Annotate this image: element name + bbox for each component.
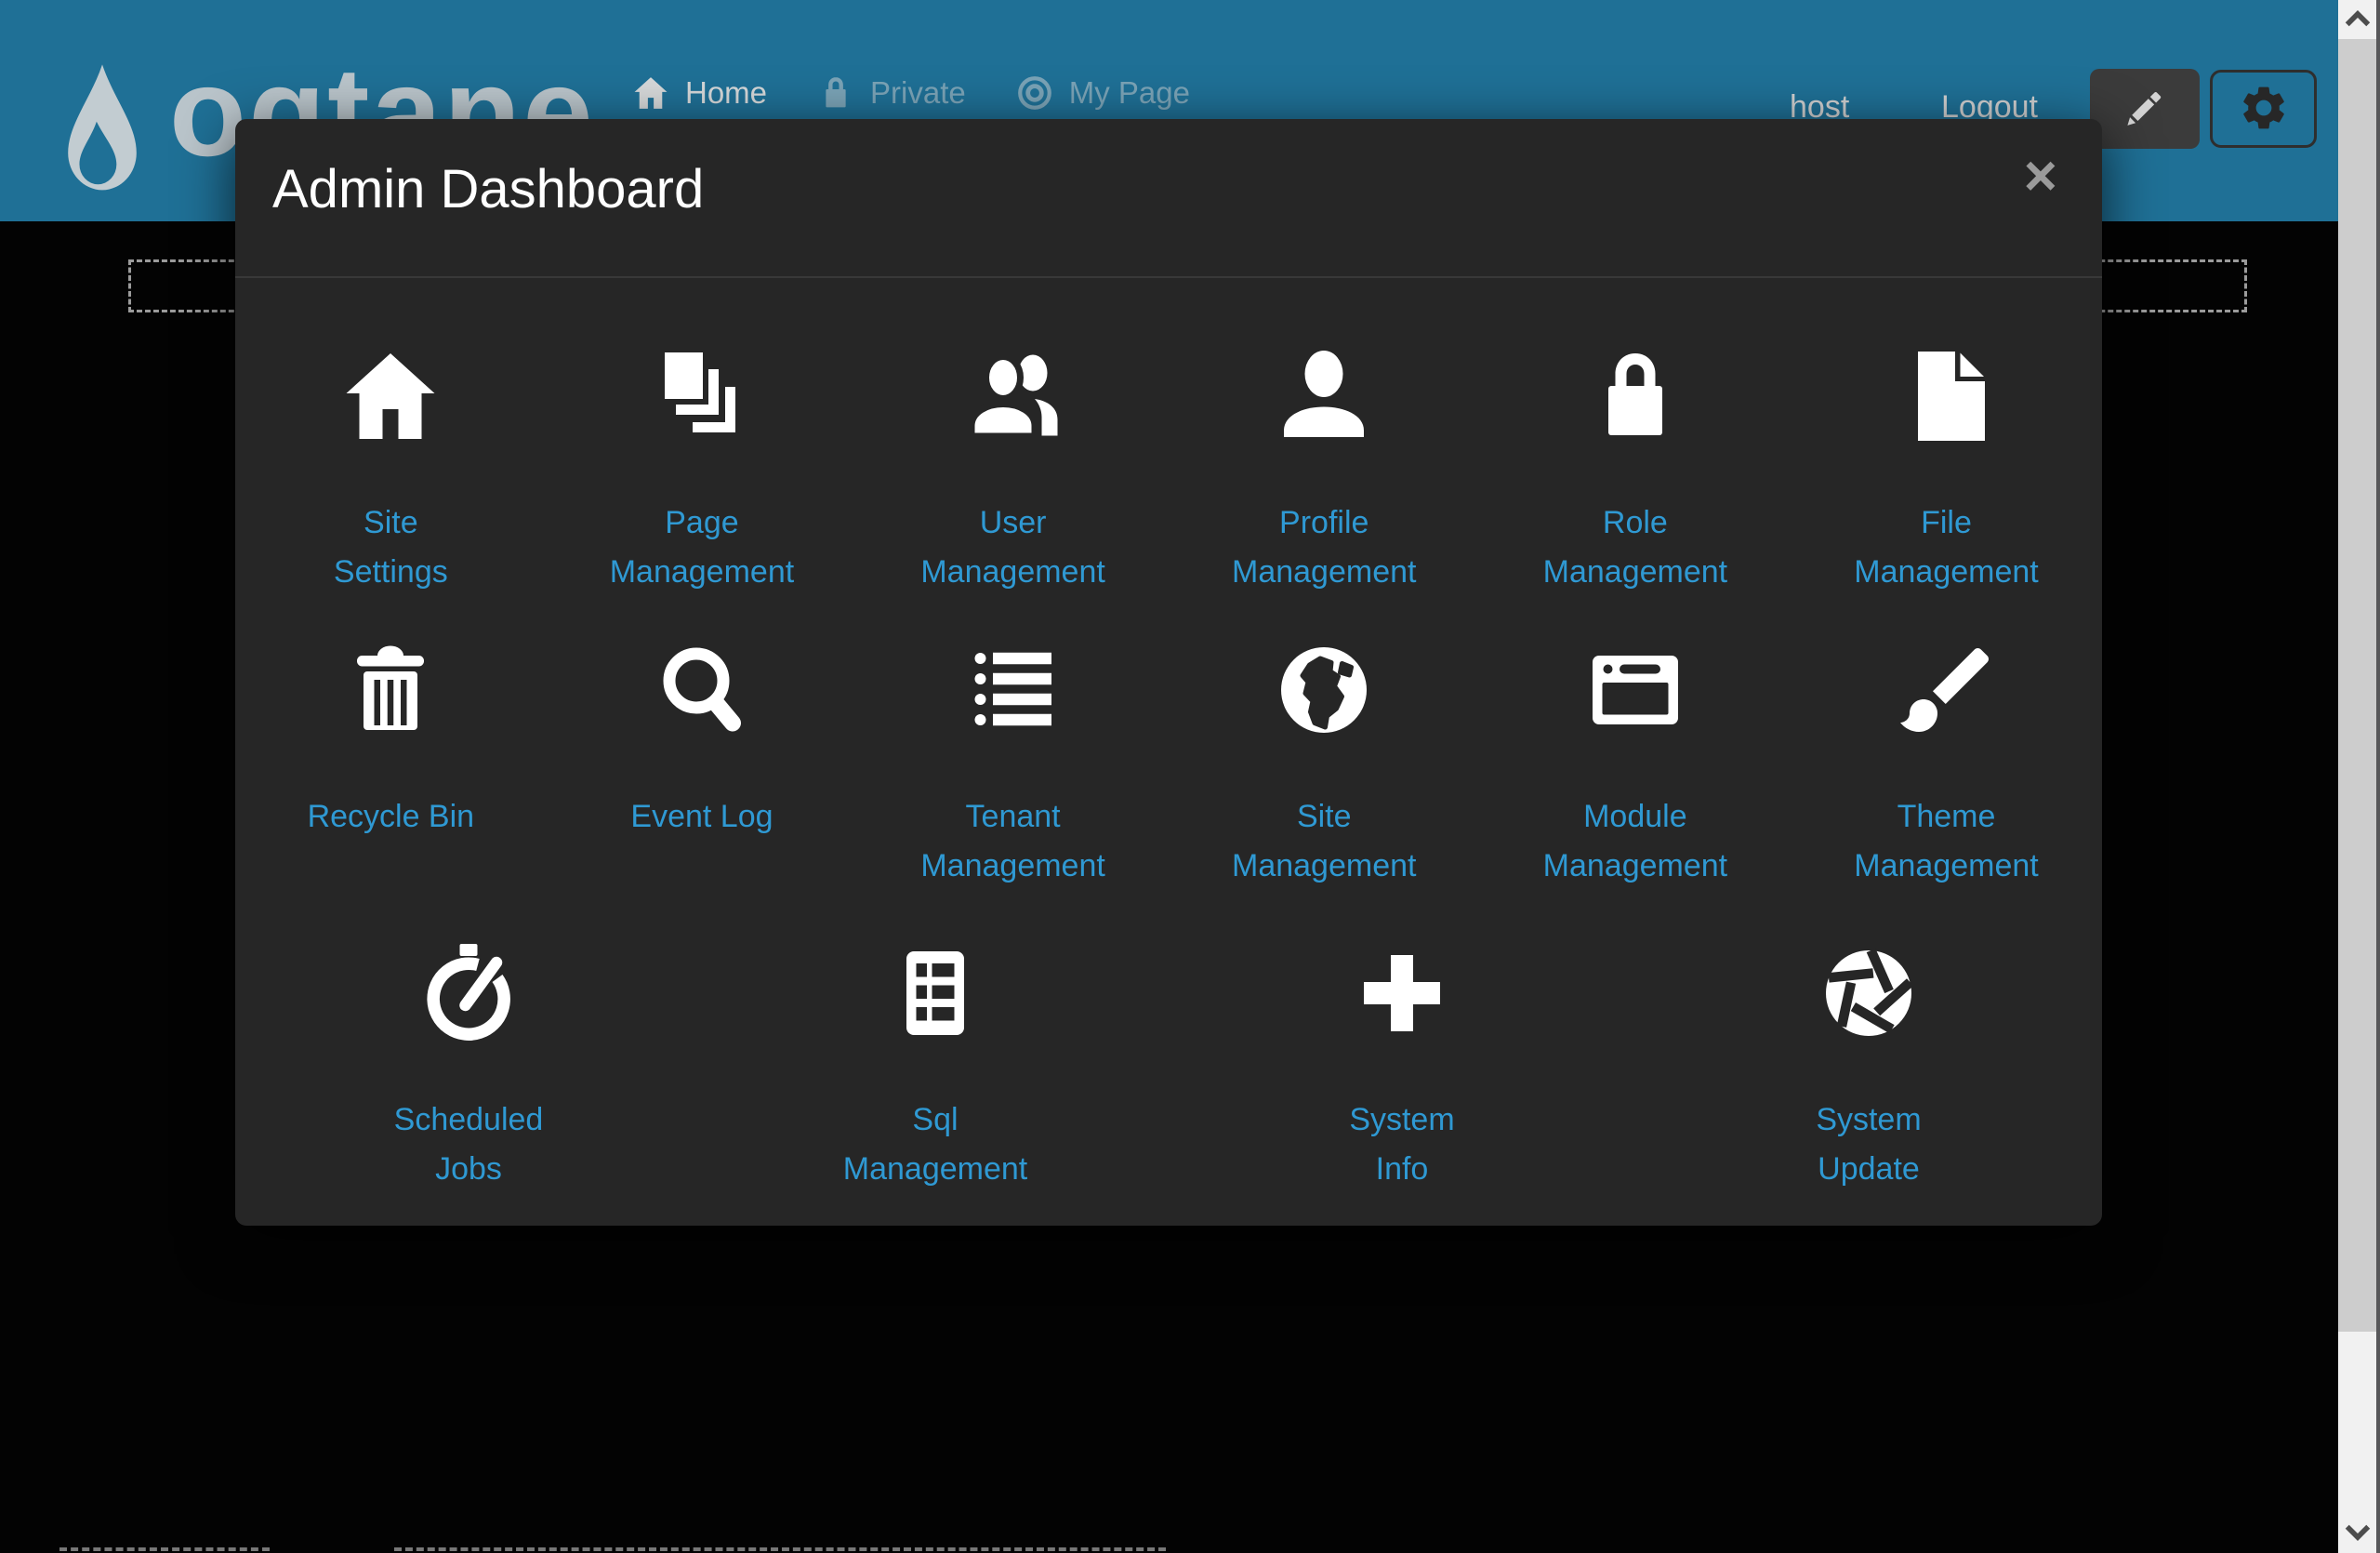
- modal-body: Site Settings Page Management User Managem…: [235, 336, 2102, 1194]
- plus-icon: [1346, 933, 1458, 1054]
- chevron-down-icon: [2344, 1522, 2372, 1546]
- home-icon: [335, 336, 446, 457]
- window-icon: [1580, 630, 1691, 750]
- globe-icon: [1268, 630, 1380, 750]
- home-icon: [630, 73, 671, 113]
- person-icon: [1268, 336, 1380, 457]
- tile-label: Role Management: [1543, 498, 1727, 597]
- pages-icon: [646, 336, 758, 457]
- pane-placeholder-fragment: [394, 1547, 1166, 1553]
- edit-mode-button[interactable]: [2090, 69, 2200, 149]
- target-icon: [1014, 73, 1055, 113]
- lock-icon: [1580, 336, 1691, 457]
- nav-item-home[interactable]: Home: [630, 73, 767, 113]
- tile-label: Theme Management: [1854, 792, 2038, 891]
- tile-label: Site Management: [1232, 792, 1416, 891]
- tile-label: Event Log: [630, 792, 773, 842]
- pencil-icon: [2118, 81, 2172, 138]
- scrollbar-thumb[interactable]: [2338, 39, 2376, 1332]
- main-nav: Home Private My Page: [630, 73, 1190, 113]
- nav-item-private[interactable]: Private: [815, 73, 966, 113]
- search-icon: [646, 630, 758, 750]
- tile-label: Tenant Management: [920, 792, 1104, 891]
- aperture-icon: [1813, 933, 1924, 1054]
- tile-page-management[interactable]: Page Management: [547, 336, 858, 597]
- brush-icon: [1891, 630, 2003, 750]
- tile-role-management[interactable]: Role Management: [1480, 336, 1792, 597]
- settings-button[interactable]: [2210, 70, 2317, 148]
- nav-item-label: My Page: [1069, 75, 1190, 111]
- tile-label: Sql Management: [843, 1095, 1027, 1194]
- nav-item-my-page[interactable]: My Page: [1014, 73, 1190, 113]
- oqtane-logo-icon[interactable]: [60, 58, 145, 213]
- close-icon[interactable]: ×: [2018, 147, 2063, 206]
- tile-sql-management[interactable]: Sql Management: [702, 933, 1169, 1194]
- modal-header: Admin Dashboard ×: [235, 119, 2102, 278]
- tile-label: User Management: [920, 498, 1104, 597]
- tile-label: File Management: [1854, 498, 2038, 597]
- tile-label: Recycle Bin: [308, 792, 475, 842]
- admin-dashboard-modal: Admin Dashboard × Site Settings Page Mana…: [235, 119, 2102, 1226]
- scroll-up-button[interactable]: [2338, 0, 2376, 39]
- tile-site-settings[interactable]: Site Settings: [235, 336, 547, 597]
- stopwatch-icon: [413, 933, 524, 1054]
- table-icon: [879, 933, 991, 1054]
- file-icon: [1891, 336, 2003, 457]
- modal-title: Admin Dashboard: [272, 154, 704, 224]
- pane-placeholder-fragment: [60, 1547, 270, 1553]
- dashboard-row: Scheduled Jobs Sql Management System Info S…: [235, 933, 2102, 1194]
- tile-system-info[interactable]: System Info: [1169, 933, 1635, 1194]
- window-edge: [2376, 0, 2380, 1553]
- people-icon: [958, 336, 1069, 457]
- tile-label: Profile Management: [1232, 498, 1416, 597]
- tile-label: Scheduled Jobs: [394, 1095, 544, 1194]
- tile-user-management[interactable]: User Management: [857, 336, 1169, 597]
- tile-system-update[interactable]: System Update: [1635, 933, 2102, 1194]
- dashboard-row: Recycle Bin Event Log Tenant Management Sit…: [235, 630, 2102, 891]
- tile-label: Module Management: [1543, 792, 1727, 891]
- tile-tenant-management[interactable]: Tenant Management: [857, 630, 1169, 891]
- screen: oqtane HomePrivateMy Page host Logout: [0, 0, 2380, 1553]
- tile-profile-management[interactable]: Profile Management: [1169, 336, 1480, 597]
- gear-icon: [2238, 82, 2290, 137]
- tile-event-log[interactable]: Event Log: [547, 630, 858, 891]
- tile-site-management[interactable]: Site Management: [1169, 630, 1480, 891]
- tile-file-management[interactable]: File Management: [1791, 336, 2102, 597]
- tile-recycle-bin[interactable]: Recycle Bin: [235, 630, 547, 891]
- nav-item-label: Private: [870, 75, 966, 111]
- scroll-down-button[interactable]: [2338, 1514, 2376, 1553]
- dashboard-row: Site Settings Page Management User Managem…: [235, 336, 2102, 597]
- vertical-scrollbar: [2338, 0, 2380, 1553]
- tile-theme-management[interactable]: Theme Management: [1791, 630, 2102, 891]
- tile-module-management[interactable]: Module Management: [1480, 630, 1792, 891]
- trash-icon: [335, 630, 446, 750]
- chevron-up-icon: [2344, 8, 2372, 32]
- nav-item-label: Home: [685, 75, 767, 111]
- tile-scheduled-jobs[interactable]: Scheduled Jobs: [235, 933, 702, 1194]
- list-icon: [958, 630, 1069, 750]
- tile-label: System Update: [1816, 1095, 1921, 1194]
- tile-label: Site Settings: [334, 498, 448, 597]
- tile-label: System Info: [1349, 1095, 1454, 1194]
- lock-icon: [815, 73, 856, 113]
- tile-label: Page Management: [610, 498, 794, 597]
